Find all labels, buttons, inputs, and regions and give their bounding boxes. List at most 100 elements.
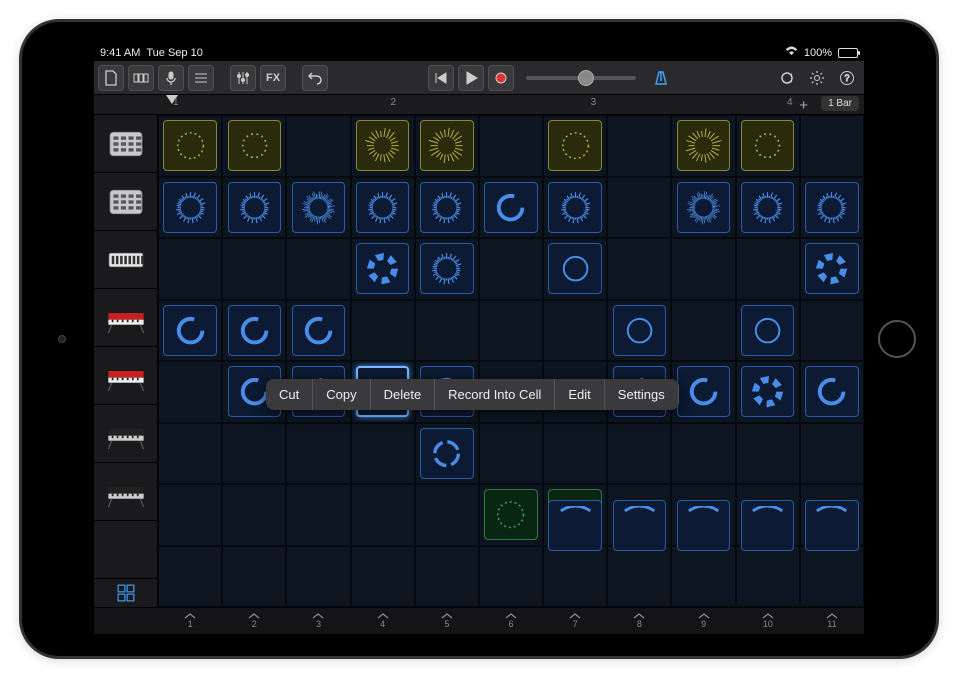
grid-cell[interactable] [158,177,222,239]
loop-clip[interactable] [228,120,281,171]
grid-cell[interactable] [222,300,286,362]
track-header-0[interactable] [94,115,157,173]
grid-cell[interactable] [351,177,415,239]
grid-cell[interactable] [736,300,800,362]
grid-cell[interactable] [415,423,479,485]
grid-cell[interactable] [222,115,286,177]
grid-cell[interactable] [479,484,543,546]
loop-clip[interactable] [163,120,216,171]
live-loops-button[interactable] [94,579,157,607]
grid-cell[interactable] [158,546,222,608]
grid-cell[interactable] [736,177,800,239]
loop-clip[interactable] [805,243,858,294]
context-menu-item-record-into-cell[interactable]: Record Into Cell [435,379,555,410]
grid-cell[interactable] [415,484,479,546]
loop-clip[interactable] [677,182,730,233]
loop-clip[interactable] [420,428,473,479]
grid-cell[interactable] [607,423,671,485]
loop-clip[interactable] [741,182,794,233]
grid-cell[interactable] [736,423,800,485]
grid-cell[interactable] [543,238,607,300]
loop-clip[interactable] [548,243,601,294]
grid-cell[interactable] [158,238,222,300]
loop-clip[interactable] [548,500,601,551]
grid-cell[interactable] [286,177,350,239]
grid-cell[interactable] [543,300,607,362]
grid-cell[interactable] [158,423,222,485]
grid-cell[interactable] [415,300,479,362]
loop-clip[interactable] [677,500,730,551]
grid-cell[interactable] [286,546,350,608]
timeline-ruler[interactable]: 1 2 3 4 + 1 Bar [94,95,864,115]
grid-cell[interactable] [479,300,543,362]
loop-clip[interactable] [548,182,601,233]
grid-cell[interactable] [415,546,479,608]
column-trigger-10[interactable]: 10 [736,608,800,634]
grid-cell[interactable] [671,238,735,300]
grid-cell[interactable] [800,423,864,485]
grid-cell[interactable] [158,115,222,177]
column-trigger-3[interactable]: 3 [286,608,350,634]
grid-cell[interactable] [479,238,543,300]
grid-cell[interactable] [800,361,864,423]
grid-cell[interactable] [736,361,800,423]
loop-clip[interactable] [292,182,345,233]
loop-clip[interactable] [228,305,281,356]
grid-cell[interactable] [415,238,479,300]
settings-button[interactable] [804,65,830,91]
grid-cell[interactable] [222,546,286,608]
grid-cell[interactable] [671,423,735,485]
track-header-2[interactable] [94,231,157,289]
column-trigger-7[interactable]: 7 [543,608,607,634]
context-menu-item-settings[interactable]: Settings [605,379,679,410]
context-menu-item-delete[interactable]: Delete [371,379,436,410]
loop-clip[interactable] [484,182,537,233]
master-volume-slider[interactable] [526,76,636,80]
loop-clip[interactable] [548,120,601,171]
grid-cell[interactable] [800,177,864,239]
loop-clip[interactable] [356,120,409,171]
help-button[interactable]: ? [834,65,860,91]
loop-clip[interactable] [741,500,794,551]
mixer-button[interactable] [230,65,256,91]
context-menu-item-copy[interactable]: Copy [313,379,370,410]
track-header-3[interactable] [94,289,157,347]
grid-cell[interactable] [671,300,735,362]
track-header-1[interactable] [94,173,157,231]
grid-cell[interactable] [286,423,350,485]
grid-cell[interactable] [479,423,543,485]
add-section-button[interactable]: + [799,97,808,114]
grid-cell[interactable] [286,300,350,362]
loop-clip[interactable] [163,305,216,356]
grid-cell[interactable] [351,115,415,177]
home-button[interactable] [878,320,916,358]
loop-clip[interactable] [613,500,666,551]
fx-button[interactable]: FX [260,65,286,91]
grid-cell[interactable] [543,177,607,239]
context-menu-item-cut[interactable]: Cut [266,379,313,410]
grid-cell[interactable] [543,115,607,177]
column-trigger-2[interactable]: 2 [222,608,286,634]
rewind-button[interactable] [428,65,454,91]
column-trigger-11[interactable]: 11 [800,608,864,634]
grid-cell[interactable] [479,546,543,608]
grid-cell[interactable] [800,300,864,362]
metronome-button[interactable] [648,65,674,91]
browser-button[interactable] [128,65,154,91]
loop-clip[interactable] [356,182,409,233]
grid-cell[interactable] [607,546,671,608]
tracks-button[interactable] [188,65,214,91]
grid-cell[interactable] [479,115,543,177]
grid-cell[interactable] [415,115,479,177]
grid-cell[interactable] [222,484,286,546]
grid-cell[interactable] [800,546,864,608]
track-header-6[interactable] [94,463,157,521]
grid-cell[interactable] [607,115,671,177]
column-trigger-5[interactable]: 5 [415,608,479,634]
column-trigger-9[interactable]: 9 [672,608,736,634]
grid-cell[interactable] [607,238,671,300]
grid-cell[interactable] [286,115,350,177]
my-songs-button[interactable] [98,65,124,91]
grid-cell[interactable] [222,177,286,239]
loop-clip[interactable] [805,366,858,417]
